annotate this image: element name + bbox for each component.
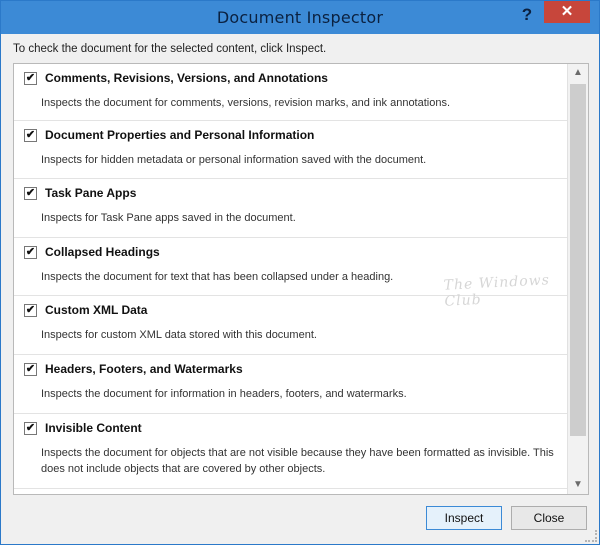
option-collapsed-headings[interactable]: ✔ Collapsed Headings Inspects the docume… [14,238,567,296]
document-inspector-dialog: Document Inspector ? ✕ To check the docu… [0,0,600,545]
option-label: Collapsed Headings [45,245,160,259]
close-button[interactable]: Close [511,506,587,530]
inspection-options-panel: ✔ Comments, Revisions, Versions, and Ann… [13,63,589,495]
scroll-down-icon[interactable]: ▼ [568,476,588,494]
check-icon[interactable]: ✔ [24,187,37,200]
option-custom-xml[interactable]: ✔ Custom XML Data Inspects for custom XM… [14,296,567,355]
option-label: Custom XML Data [45,303,148,317]
inspection-options-list: ✔ Comments, Revisions, Versions, and Ann… [14,64,567,489]
check-icon[interactable]: ✔ [24,246,37,259]
option-description: Inspects for Task Pane apps saved in the… [41,212,296,224]
option-label: Headers, Footers, and Watermarks [45,362,243,376]
option-document-properties[interactable]: ✔ Document Properties and Personal Infor… [14,121,567,179]
vertical-scrollbar[interactable]: ▲ ▼ [567,64,588,494]
dialog-title: Document Inspector [216,8,384,27]
check-icon[interactable]: ✔ [24,422,37,435]
option-comments-revisions[interactable]: ✔ Comments, Revisions, Versions, and Ann… [14,64,567,121]
option-description: Inspects the document for information in… [41,388,407,400]
check-icon[interactable]: ✔ [24,363,37,376]
instruction-text: To check the document for the selected c… [13,43,327,55]
title-bar: Document Inspector ? ✕ [1,1,599,34]
inspect-button[interactable]: Inspect [426,506,502,530]
scroll-up-icon[interactable]: ▲ [568,64,588,82]
check-icon[interactable]: ✔ [24,304,37,317]
option-label: Task Pane Apps [45,186,137,200]
option-description: Inspects the document for comments, vers… [41,97,451,109]
help-icon[interactable]: ? [515,4,539,26]
option-invisible-content[interactable]: ✔ Invisible Content Inspects the documen… [14,414,567,489]
option-description: Inspects for hidden metadata or personal… [41,154,427,166]
option-headers-footers[interactable]: ✔ Headers, Footers, and Watermarks Inspe… [14,355,567,414]
option-label: Comments, Revisions, Versions, and Annot… [45,71,328,85]
option-description: Inspects the document for text that has … [41,271,394,283]
option-label: Invisible Content [45,421,142,435]
option-label: Document Properties and Personal Informa… [45,128,315,142]
resize-grip[interactable] [585,530,597,542]
check-icon[interactable]: ✔ [24,129,37,142]
scroll-thumb[interactable] [570,84,586,436]
close-window-icon[interactable]: ✕ [544,1,590,23]
option-description: Inspects the document for objects that a… [41,447,554,475]
option-task-pane-apps[interactable]: ✔ Task Pane Apps Inspects for Task Pane … [14,179,567,238]
option-description: Inspects for custom XML data stored with… [41,329,317,341]
check-icon[interactable]: ✔ [24,72,37,85]
